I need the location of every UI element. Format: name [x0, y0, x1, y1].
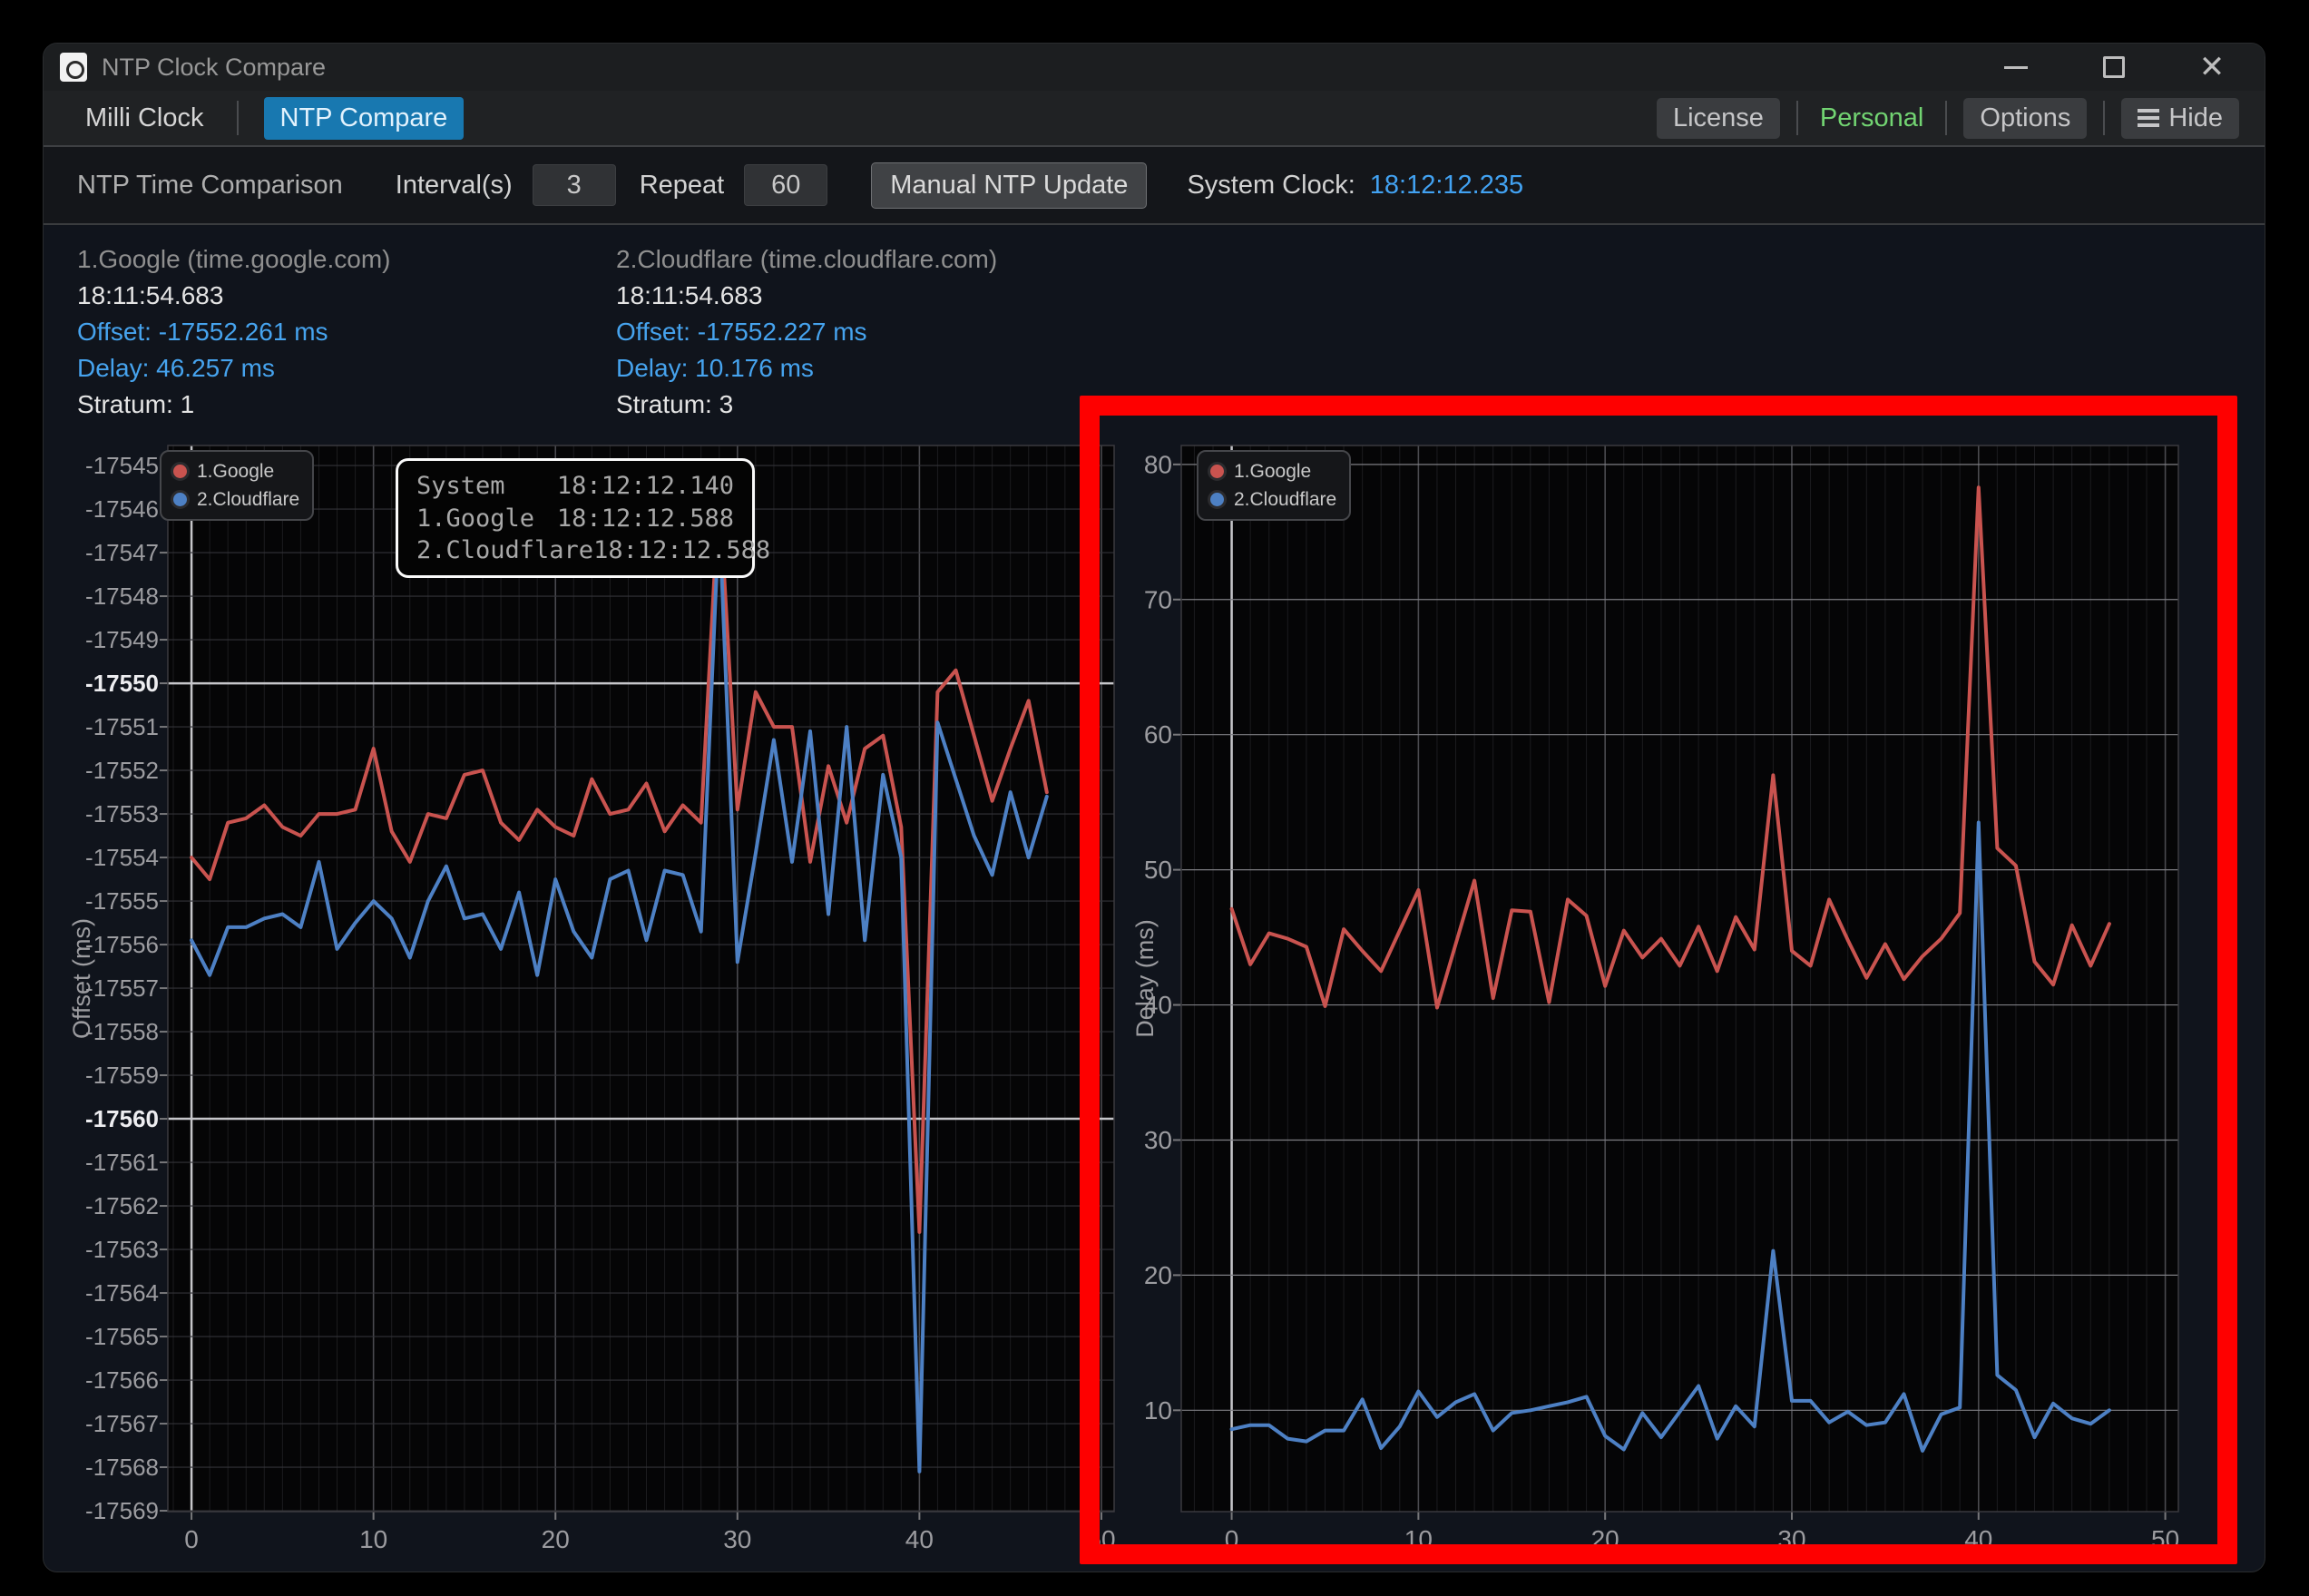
svg-text:-17554: -17554	[85, 844, 159, 871]
server-time: 18:11:54.683	[616, 278, 1124, 314]
title-bar: NTP Clock Compare ✕	[44, 44, 2265, 91]
svg-text:-17565: -17565	[85, 1323, 159, 1350]
system-clock-label: System Clock:	[1187, 171, 1355, 201]
offset-chart-legend: 1.Google 2.Cloudflare	[160, 450, 314, 521]
svg-text:0: 0	[184, 1525, 199, 1553]
server-offset: Offset: -17552.261 ms	[77, 314, 585, 350]
svg-text:-17552: -17552	[85, 757, 159, 784]
svg-text:-17547: -17547	[85, 539, 159, 566]
desktop: { "window": { "title": "NTP Clock Compar…	[0, 0, 2309, 1596]
server-time: 18:11:54.683	[77, 278, 585, 314]
personal-label[interactable]: Personal	[1815, 103, 1929, 133]
svg-text:-17557: -17557	[85, 974, 159, 1002]
svg-text:-17556: -17556	[85, 931, 159, 958]
svg-text:Offset (ms): Offset (ms)	[68, 918, 95, 1039]
svg-text:-17546: -17546	[85, 495, 159, 523]
cloudflare-series-dot-icon	[171, 490, 190, 509]
svg-text:40: 40	[905, 1525, 934, 1553]
svg-text:-17558: -17558	[85, 1018, 159, 1045]
tab-bar: Milli Clock NTP Compare License Personal…	[44, 91, 2265, 147]
svg-text:-17549: -17549	[85, 626, 159, 653]
manual-ntp-update-button[interactable]: Manual NTP Update	[871, 162, 1147, 209]
tooltip-row: 2.Cloudflare18:12:12.588	[416, 536, 734, 564]
svg-text:-17548: -17548	[85, 583, 159, 610]
svg-text:-17562: -17562	[85, 1192, 159, 1219]
svg-text:-17566: -17566	[85, 1366, 159, 1394]
hide-button-label: Hide	[2168, 103, 2223, 133]
google-series-dot-icon	[171, 462, 190, 481]
svg-text:-17567: -17567	[85, 1410, 159, 1437]
svg-text:-17563: -17563	[85, 1236, 159, 1263]
server-name: 2.Cloudflare (time.cloudflare.com)	[616, 241, 1124, 278]
tab-bar-right: License Personal Options Hide	[1657, 98, 2239, 139]
repeat-input[interactable]	[744, 164, 827, 206]
license-button[interactable]: License	[1657, 98, 1780, 139]
section-title: NTP Time Comparison	[77, 171, 343, 201]
server-name: 1.Google (time.google.com)	[77, 241, 585, 278]
server-card-cloudflare: 2.Cloudflare (time.cloudflare.com) 18:11…	[616, 241, 1124, 423]
chart-tooltip: System18:12:12.140 1.Google18:12:12.588 …	[396, 458, 755, 578]
app-window: NTP Clock Compare ✕ Milli Clock NTP Comp…	[43, 43, 2265, 1572]
close-icon[interactable]: ✕	[2196, 51, 2228, 83]
svg-text:-17561: -17561	[85, 1149, 159, 1176]
control-bar: NTP Time Comparison Interval(s) Repeat M…	[44, 147, 2265, 225]
tooltip-row: System18:12:12.140	[416, 472, 734, 500]
svg-text:-17568: -17568	[85, 1454, 159, 1481]
maximize-icon[interactable]	[2098, 51, 2130, 83]
minimize-icon[interactable]	[2000, 51, 2032, 83]
svg-text:-17550: -17550	[85, 670, 159, 697]
window-title: NTP Clock Compare	[102, 54, 326, 82]
interval-label: Interval(s)	[396, 171, 513, 201]
server-delay: Delay: 10.176 ms	[616, 350, 1124, 387]
svg-text:-17555: -17555	[85, 887, 159, 915]
interval-input[interactable]	[533, 164, 616, 206]
legend-item: 1.Google	[171, 457, 299, 485]
svg-text:-17553: -17553	[85, 800, 159, 827]
server-delay: Delay: 46.257 ms	[77, 350, 585, 387]
app-icon	[60, 53, 87, 82]
server-offset: Offset: -17552.227 ms	[616, 314, 1124, 350]
tooltip-row: 1.Google18:12:12.588	[416, 504, 734, 533]
tab-ntp-compare[interactable]: NTP Compare	[264, 97, 465, 140]
tab-milli-clock[interactable]: Milli Clock	[69, 97, 220, 140]
svg-text:-17545: -17545	[85, 452, 159, 479]
hide-button[interactable]: Hide	[2121, 98, 2239, 139]
svg-text:-17551: -17551	[85, 713, 159, 740]
svg-text:-17564: -17564	[85, 1279, 159, 1307]
annotation-highlight-box	[1080, 396, 2237, 1564]
svg-text:-17569: -17569	[85, 1497, 159, 1524]
svg-text:-17559: -17559	[85, 1062, 159, 1089]
repeat-label: Repeat	[640, 171, 725, 201]
svg-text:10: 10	[359, 1525, 387, 1553]
svg-text:20: 20	[542, 1525, 570, 1553]
window-controls: ✕	[2000, 51, 2228, 83]
server-card-google: 1.Google (time.google.com) 18:11:54.683 …	[77, 241, 585, 423]
tab-separator	[237, 101, 239, 135]
offset-chart[interactable]: -17569 -17568 -17567 -17566 -17565 -17564 -175…	[57, 416, 1123, 1569]
svg-text:-17560: -17560	[85, 1105, 159, 1132]
svg-text:30: 30	[723, 1525, 751, 1553]
system-clock-value: 18:12:12.235	[1370, 171, 1523, 201]
legend-item: 2.Cloudflare	[171, 485, 299, 514]
options-button[interactable]: Options	[1963, 98, 2087, 139]
menu-icon	[2138, 109, 2159, 127]
